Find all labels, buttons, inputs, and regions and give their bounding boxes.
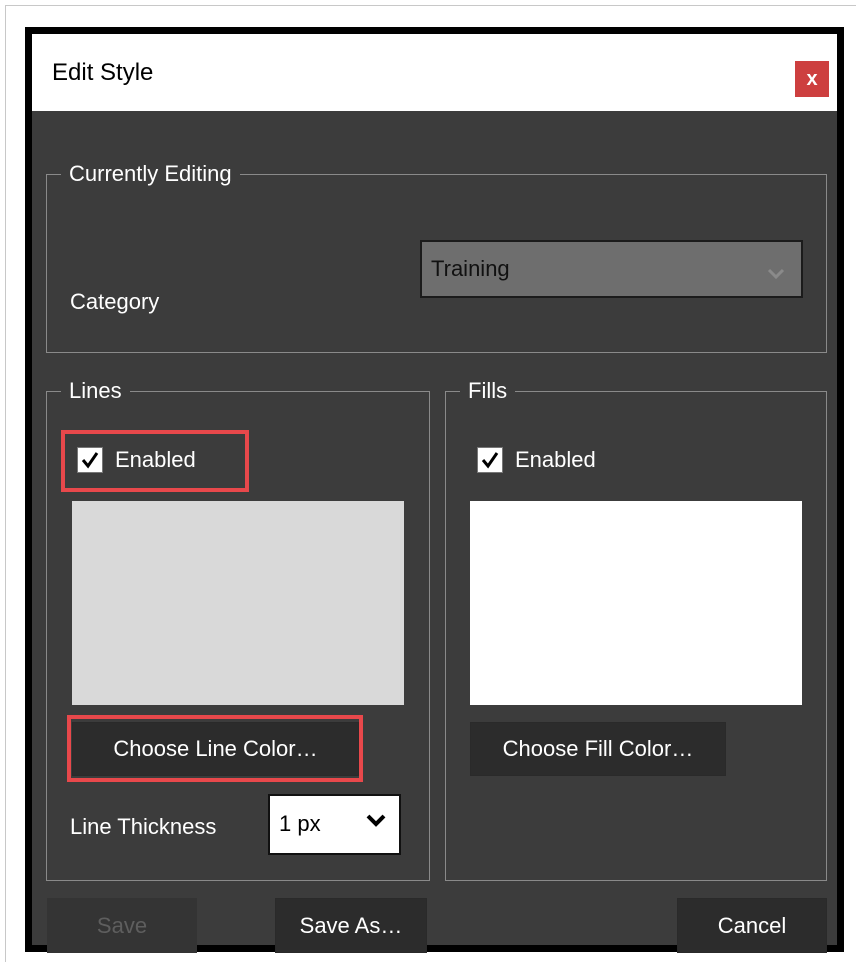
save-as-button[interactable]: Save As… bbox=[275, 898, 427, 953]
title-bar: Edit Style x bbox=[32, 34, 837, 111]
cancel-button[interactable]: Cancel bbox=[677, 898, 827, 953]
category-value: Training bbox=[431, 256, 510, 281]
category-select[interactable]: Training bbox=[420, 240, 803, 298]
dialog-title: Edit Style bbox=[52, 59, 154, 86]
lines-legend: Lines bbox=[61, 377, 130, 405]
fill-color-swatch bbox=[470, 501, 802, 705]
fills-legend: Fills bbox=[460, 377, 516, 405]
line-thickness-label: Line Thickness bbox=[70, 814, 217, 839]
edit-style-dialog: Edit Style x Currently Editing Category … bbox=[25, 27, 844, 953]
currently-editing-legend: Currently Editing bbox=[61, 160, 240, 188]
fills-enabled-checkbox-row[interactable]: Enabled bbox=[477, 447, 596, 473]
close-button[interactable]: x bbox=[795, 61, 829, 97]
cancel-label: Cancel bbox=[717, 912, 787, 938]
lines-enabled-highlight bbox=[61, 430, 249, 492]
chevron-down-icon bbox=[767, 260, 785, 286]
fills-enabled-checkbox[interactable] bbox=[477, 447, 503, 473]
close-icon: x bbox=[806, 67, 818, 90]
chevron-down-icon bbox=[365, 808, 387, 834]
dialog-body: Currently Editing Category Training Line… bbox=[32, 111, 837, 953]
line-color-swatch bbox=[72, 501, 404, 705]
choose-line-color-highlight bbox=[67, 715, 363, 782]
save-button[interactable]: Save bbox=[47, 898, 197, 953]
save-label: Save bbox=[96, 912, 148, 938]
choose-fill-color-label: Choose Fill Color… bbox=[502, 736, 694, 761]
category-label: Category bbox=[70, 289, 160, 314]
line-thickness-value: 1 px bbox=[279, 811, 321, 836]
choose-fill-color-button[interactable]: Choose Fill Color… bbox=[470, 722, 726, 776]
line-thickness-select[interactable]: 1 px bbox=[268, 794, 401, 855]
save-as-label: Save As… bbox=[299, 912, 403, 938]
fills-enabled-label: Enabled bbox=[515, 447, 596, 472]
check-icon bbox=[481, 452, 499, 469]
